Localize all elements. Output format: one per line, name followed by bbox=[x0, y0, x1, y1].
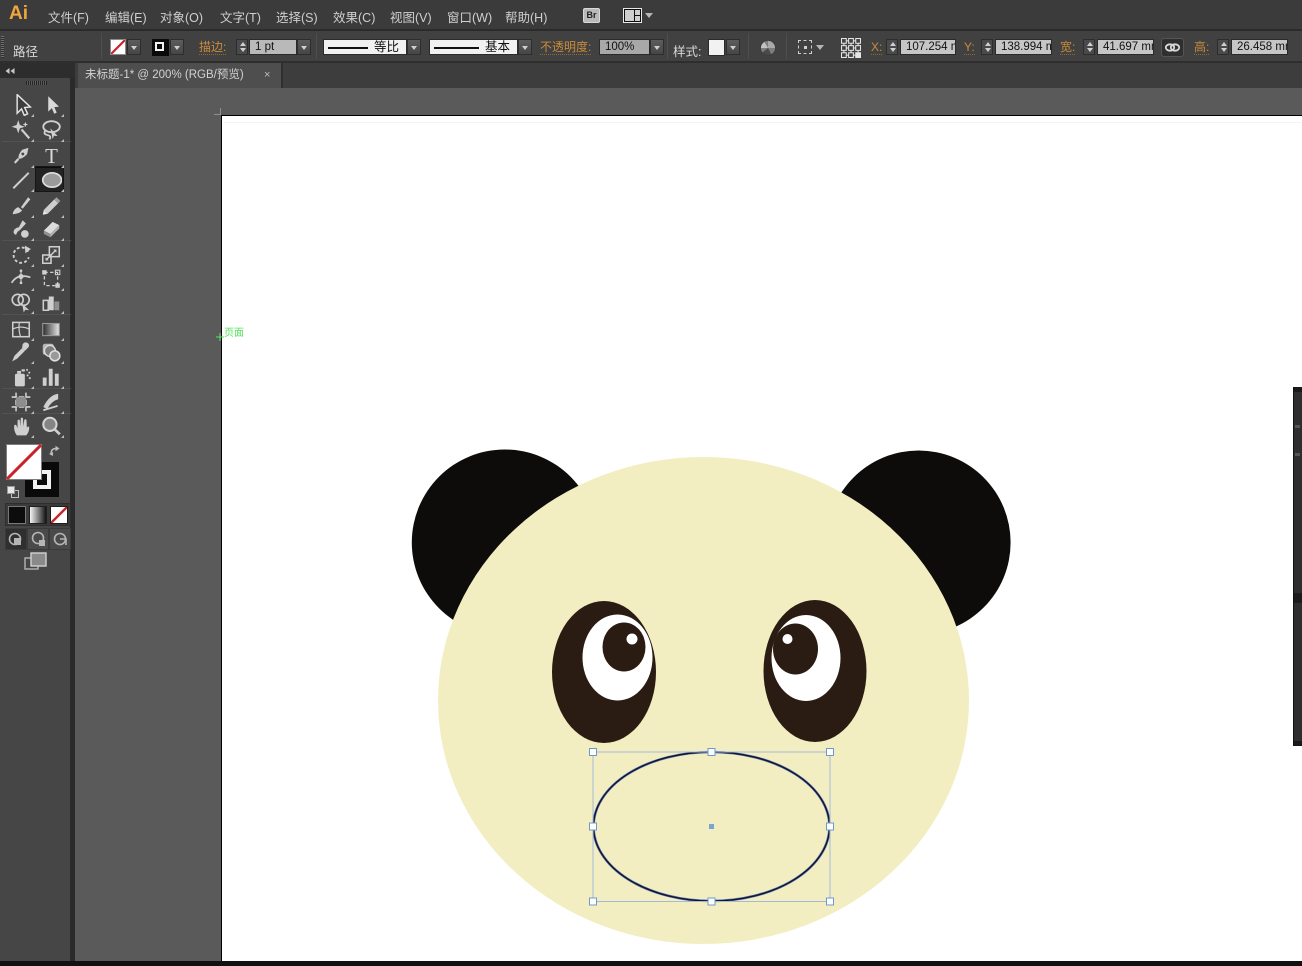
svg-text:页面: 页面 bbox=[224, 327, 244, 339]
svg-text:T: T bbox=[45, 145, 58, 167]
